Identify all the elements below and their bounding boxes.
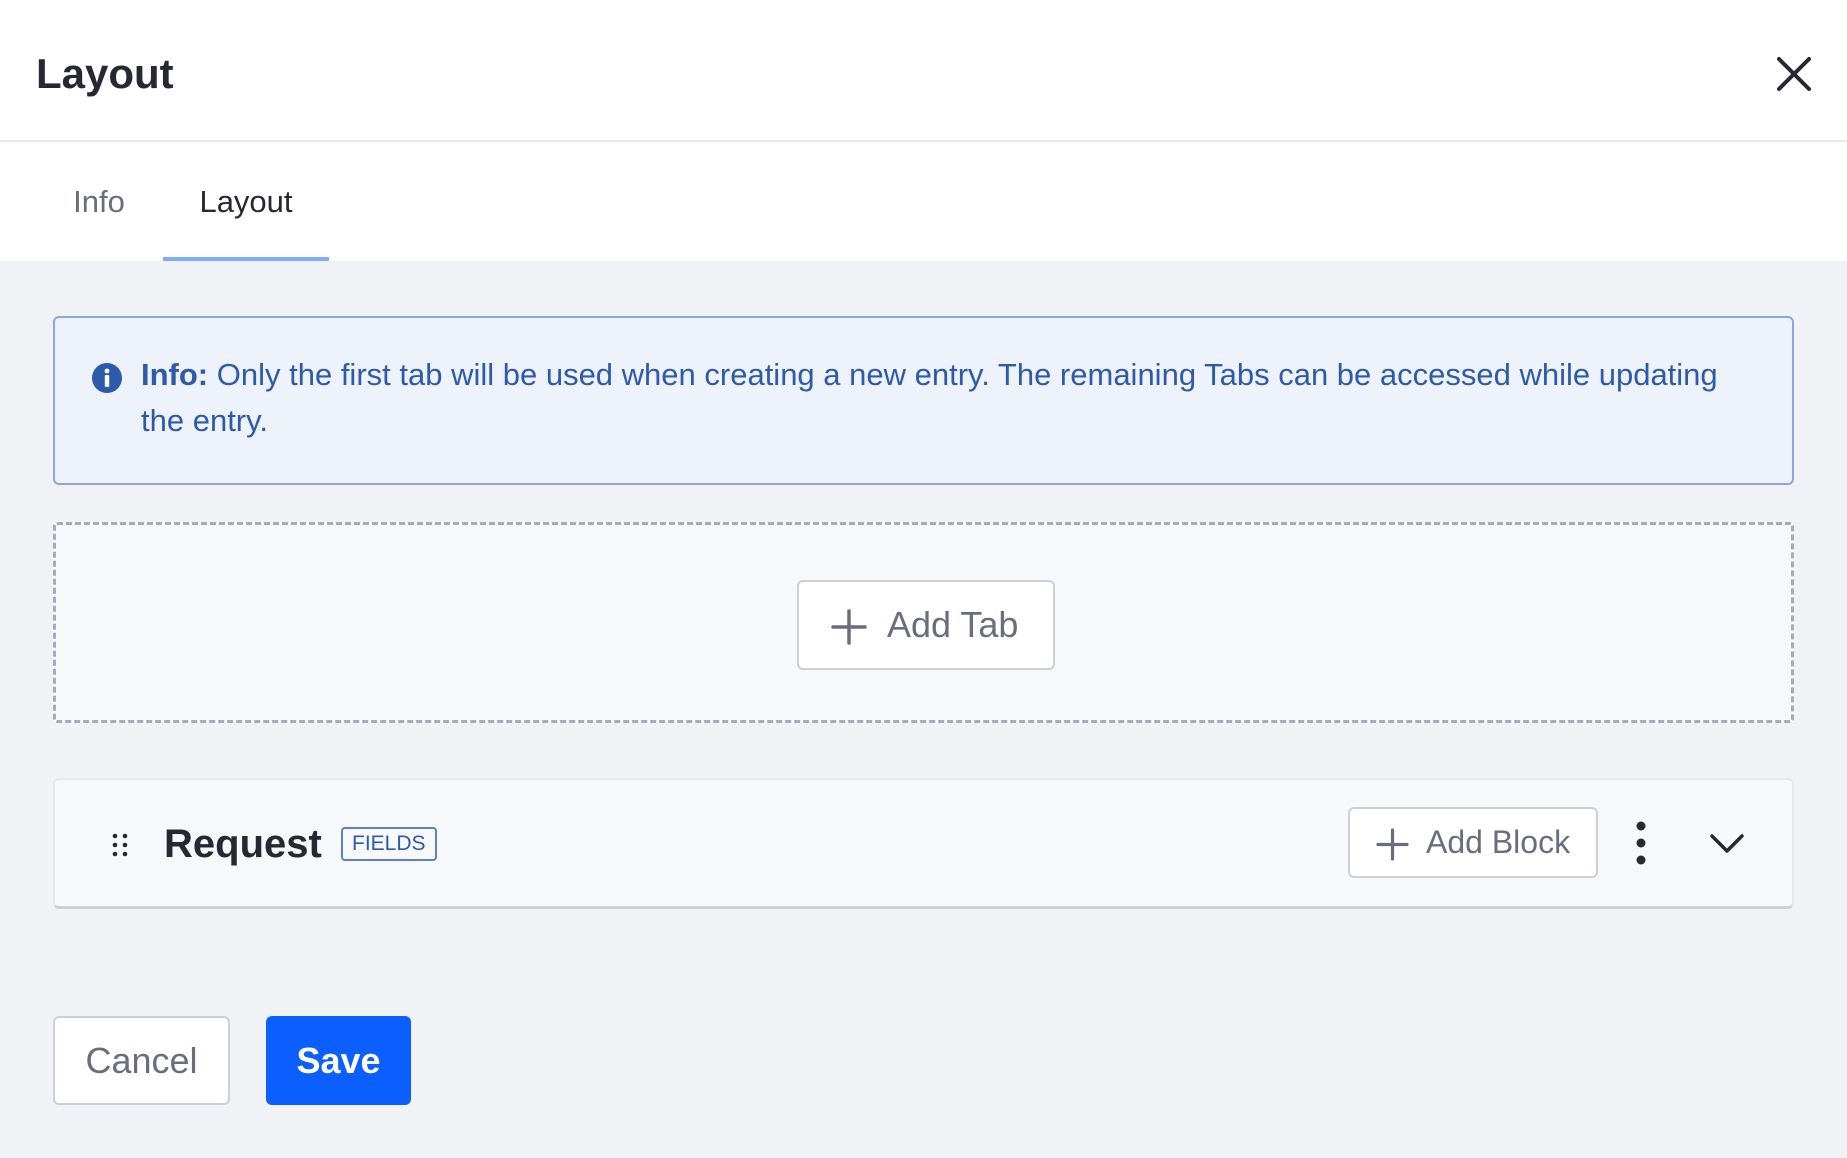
chevron-down-icon	[1710, 834, 1744, 853]
tab-info[interactable]: Info	[50, 142, 148, 261]
ellipsis-v-icon	[1636, 821, 1646, 865]
close-button[interactable]	[1768, 48, 1820, 100]
add-tab-label: Add Tab	[887, 604, 1019, 645]
request-title: Request	[164, 822, 322, 866]
add-block-label: Add Block	[1426, 824, 1571, 860]
fields-badge: FIELDS	[341, 827, 437, 861]
request-tab-panel: Request FIELDS Add Block	[53, 778, 1794, 909]
plus-icon	[831, 609, 867, 645]
info-alert: Info: Only the first tab will be used wh…	[53, 316, 1794, 485]
drag-handle-icon[interactable]	[110, 832, 130, 858]
add-tab-dropzone: Add Tab	[53, 522, 1794, 723]
collapse-toggle-button[interactable]	[1707, 824, 1747, 864]
alert-text: Info: Only the first tab will be used wh…	[141, 352, 1761, 444]
alert-message: Only the first tab will be used when cre…	[141, 357, 1718, 438]
cancel-button[interactable]: Cancel	[53, 1016, 230, 1105]
tabs-bar: Info Layout	[0, 142, 1847, 261]
modal-header: Layout	[0, 0, 1847, 142]
add-block-button[interactable]: Add Block	[1348, 807, 1598, 878]
main-content: Info: Only the first tab will be used wh…	[0, 261, 1847, 1158]
close-icon	[1777, 57, 1811, 91]
plus-icon	[1376, 828, 1409, 861]
alert-lead: Info:	[141, 357, 209, 392]
info-circle-icon	[92, 363, 122, 393]
add-tab-button[interactable]: Add Tab	[797, 580, 1055, 670]
options-button[interactable]	[1626, 818, 1656, 868]
save-button[interactable]: Save	[266, 1016, 411, 1105]
tab-layout[interactable]: Layout	[163, 142, 329, 261]
modal-title: Layout	[36, 50, 174, 97]
